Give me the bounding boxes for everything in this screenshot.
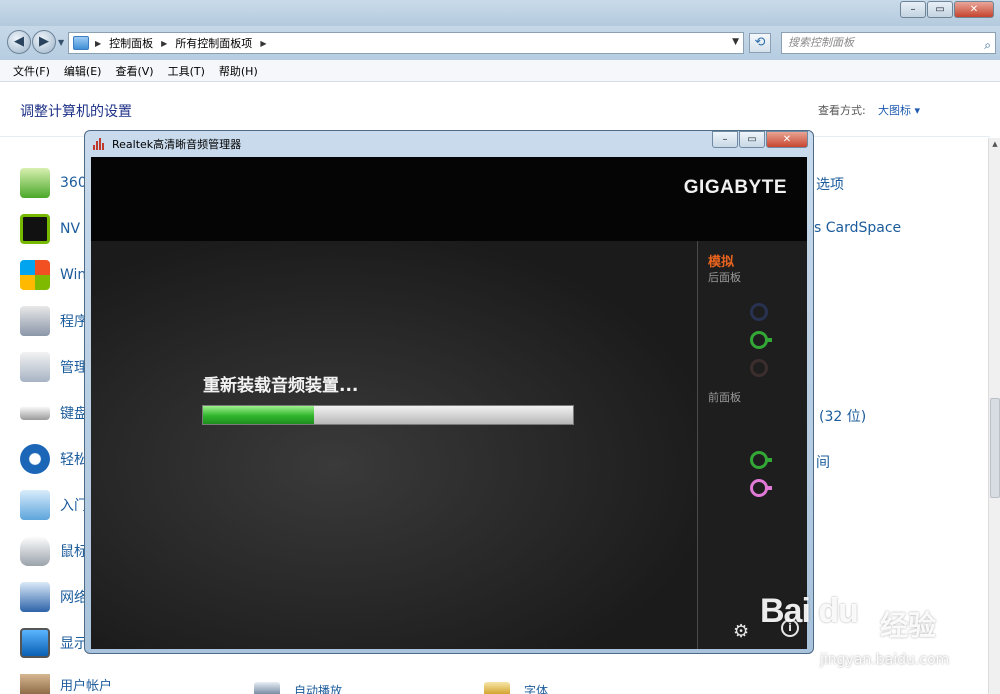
cp-item-keyboard[interactable]: 键盘 xyxy=(20,398,88,428)
cp-item-programs[interactable]: 程序 xyxy=(20,306,88,336)
menu-bar: 文件(F) 编辑(E) 查看(V) 工具(T) 帮助(H) xyxy=(0,60,1000,82)
chevron-right-icon: ▶ xyxy=(95,38,102,48)
rear-jack-green[interactable] xyxy=(750,331,772,349)
cp-item-manage[interactable]: 管理 xyxy=(20,352,88,382)
cp-item-options[interactable]: 选项 xyxy=(816,174,844,194)
rear-jack-blue[interactable] xyxy=(750,303,772,321)
title-bar: – ▭ ✕ xyxy=(0,0,1000,26)
gigabyte-logo: GIGABYTE xyxy=(683,177,787,198)
cp-item-mouse[interactable]: 鼠标 xyxy=(20,536,88,566)
search-placeholder: 搜索控制面板 xyxy=(788,36,854,49)
refresh-button[interactable]: ⟲ xyxy=(749,33,771,53)
ease-of-access-icon xyxy=(20,444,50,474)
arrow-right-icon: ▶ xyxy=(39,34,49,49)
recent-pages-dropdown[interactable]: ▼ xyxy=(58,38,64,47)
back-button[interactable]: ◀ xyxy=(7,30,31,54)
forward-button[interactable]: ▶ xyxy=(32,30,56,54)
menu-edit[interactable]: 编辑(E) xyxy=(64,63,102,79)
front-panel-label: 前面板 xyxy=(708,391,741,404)
address-bar[interactable]: ▶ 控制面板 ▶ 所有控制面板项 ▶ ▼ xyxy=(68,32,744,54)
view-by-dropdown[interactable]: 大图标 ▾ xyxy=(878,102,920,118)
dialog-title: Realtek高清晰音频管理器 xyxy=(112,138,242,151)
vertical-scrollbar[interactable]: ▲ xyxy=(988,138,1000,694)
mouse-icon xyxy=(20,536,50,566)
scroll-thumb[interactable] xyxy=(990,398,1000,498)
user-accounts-icon xyxy=(20,674,50,694)
cp-item-autoplay[interactable]: 自动播放 xyxy=(294,682,342,694)
window-controls: – ▭ ✕ xyxy=(899,1,994,18)
cp-item-display[interactable]: 显示 xyxy=(20,628,88,658)
cp-item-nvidia[interactable]: NV xyxy=(20,214,80,244)
cp-item-windows[interactable]: Win xyxy=(20,260,86,290)
dialog-header: GIGABYTE xyxy=(91,157,807,241)
refresh-icon: ⟲ xyxy=(754,35,766,50)
autoplay-icon xyxy=(254,682,280,694)
minimize-button[interactable]: – xyxy=(900,1,926,18)
audio-manager-icon xyxy=(93,138,107,150)
reload-progress-bar xyxy=(202,405,574,425)
getting-started-icon xyxy=(20,490,50,520)
cp-item-cardspace[interactable]: s CardSpace xyxy=(814,220,901,236)
cp-item-ease[interactable]: 轻松 xyxy=(20,444,88,474)
360-icon xyxy=(20,168,50,198)
loading-status: 重新装载音频装置... xyxy=(203,376,359,396)
rear-panel-label: 后面板 xyxy=(708,271,741,284)
dialog-close-button[interactable]: ✕ xyxy=(766,131,808,148)
search-input[interactable]: 搜索控制面板 ⌕ xyxy=(781,32,996,54)
chevron-right-icon: ▶ xyxy=(161,38,168,48)
dialog-maximize-button[interactable]: ▭ xyxy=(739,131,765,148)
analog-heading: 模拟 xyxy=(708,255,735,270)
search-icon[interactable]: ⌕ xyxy=(984,35,991,55)
network-icon xyxy=(20,582,50,612)
cp-item-360[interactable]: 360 xyxy=(20,168,87,198)
windows-icon xyxy=(20,260,50,290)
cp-item-time[interactable]: 间 xyxy=(816,452,830,472)
menu-help[interactable]: 帮助(H) xyxy=(219,63,258,79)
breadcrumb-control-panel[interactable]: 控制面板 xyxy=(109,35,153,51)
view-by-label: 查看方式: xyxy=(818,104,866,117)
dialog-body: GIGABYTE 重新装载音频装置... 模拟 后面板 前面板 ⚙ i xyxy=(91,157,807,649)
control-panel-icon xyxy=(73,36,89,50)
menu-view[interactable]: 查看(V) xyxy=(115,63,153,79)
cp-item-user-accounts[interactable]: 用户帐户 xyxy=(20,674,112,694)
navigation-bar: ◀ ▶ ▼ ▶ 控制面板 ▶ 所有控制面板项 ▶ ▼ ⟲ 搜索控制面板 ⌕ xyxy=(0,26,1000,60)
scroll-up-icon[interactable]: ▲ xyxy=(990,140,1000,148)
fonts-icon xyxy=(484,682,510,694)
arrow-left-icon: ◀ xyxy=(14,34,24,49)
programs-icon xyxy=(20,306,50,336)
chevron-right-icon[interactable]: ▶ xyxy=(260,39,266,48)
front-jack-green[interactable] xyxy=(750,451,772,469)
watermark-url: jingyan.baidu.com xyxy=(820,652,950,668)
cp-item-32bit[interactable]: (32 位) xyxy=(819,406,866,426)
address-dropdown-icon[interactable]: ▼ xyxy=(732,37,739,47)
dialog-minimize-button[interactable]: – xyxy=(712,131,738,148)
main-panel: 重新装载音频装置... xyxy=(91,241,697,649)
realtek-audio-manager-window: Realtek高清晰音频管理器 – ▭ ✕ GIGABYTE 重新装载音频装置.… xyxy=(84,130,814,654)
page-title: 调整计算机的设置 xyxy=(20,104,132,120)
dialog-window-controls: – ▭ ✕ xyxy=(711,131,808,148)
baidu-watermark-text: 经验 xyxy=(880,609,937,642)
menu-tools[interactable]: 工具(T) xyxy=(168,63,205,79)
close-button[interactable]: ✕ xyxy=(954,1,994,18)
menu-file[interactable]: 文件(F) xyxy=(13,63,50,79)
front-jack-pink[interactable] xyxy=(750,479,772,497)
progress-fill xyxy=(203,406,314,424)
breadcrumb-all-items[interactable]: 所有控制面板项 xyxy=(175,35,252,51)
connector-panel: 模拟 后面板 前面板 xyxy=(697,241,807,649)
baidu-watermark-logo: Bai du xyxy=(760,592,859,630)
rear-jack-pink[interactable] xyxy=(750,359,772,377)
admin-tools-icon xyxy=(20,352,50,382)
gear-icon[interactable]: ⚙ xyxy=(733,621,749,642)
keyboard-icon xyxy=(20,406,50,420)
nvidia-icon xyxy=(20,214,50,244)
display-icon xyxy=(20,628,50,658)
cp-item-getting-started[interactable]: 入门 xyxy=(20,490,88,520)
cp-item-fonts[interactable]: 字体 xyxy=(524,682,548,694)
maximize-button[interactable]: ▭ xyxy=(927,1,953,18)
cp-item-network[interactable]: 网络 xyxy=(20,582,88,612)
